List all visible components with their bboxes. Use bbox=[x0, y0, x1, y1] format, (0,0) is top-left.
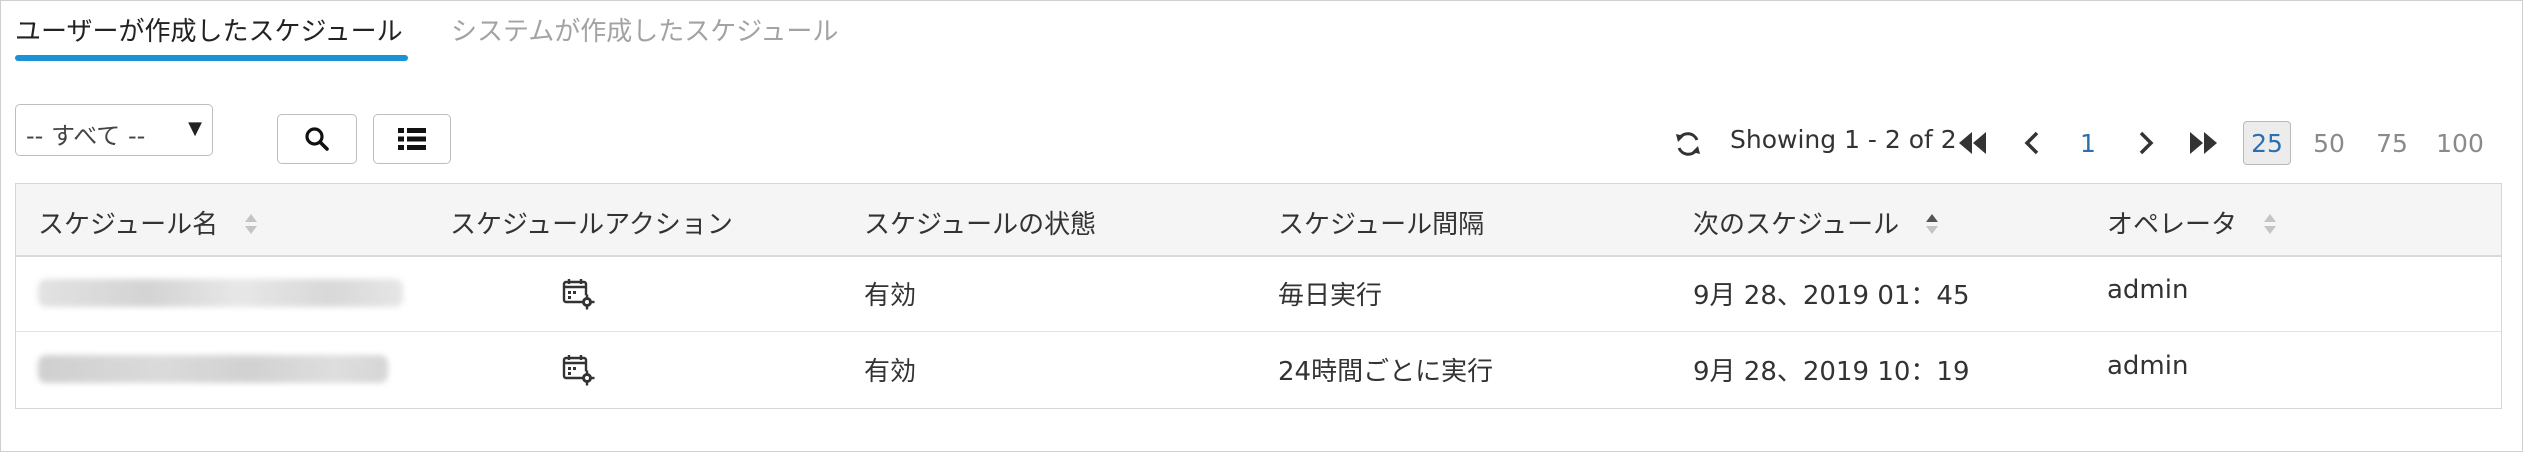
filter-select[interactable]: -- すべて -- ▼ bbox=[15, 104, 213, 156]
first-page-button[interactable] bbox=[1957, 123, 1989, 163]
sort-icon bbox=[245, 213, 258, 234]
column-header-schedule-action: スケジュールアクション bbox=[450, 204, 733, 241]
table-row: 有効 24時間ごとに実行 9月 28、2019 10：19 admin bbox=[16, 333, 2501, 408]
column-header-label: オペレータ bbox=[2107, 210, 2238, 240]
column-header-next-schedule[interactable]: 次のスケジュール bbox=[1693, 204, 1939, 241]
refresh-icon bbox=[1676, 132, 1700, 156]
caret-down-icon: ▼ bbox=[188, 118, 202, 139]
calendar-gear-icon[interactable] bbox=[562, 277, 596, 311]
page-size-50[interactable]: 50 bbox=[2309, 121, 2349, 165]
column-header-label: スケジュール間隔 bbox=[1278, 210, 1485, 240]
active-tab-indicator bbox=[15, 55, 408, 61]
refresh-button[interactable] bbox=[1673, 129, 1703, 159]
search-icon bbox=[305, 127, 329, 151]
sort-asc-icon bbox=[1926, 213, 1939, 234]
last-page-button[interactable] bbox=[2187, 123, 2219, 163]
chevron-right-icon bbox=[2139, 131, 2154, 155]
redacted-schedule-name bbox=[38, 355, 388, 383]
schedule-state: 有効 bbox=[864, 281, 917, 311]
page-size-100[interactable]: 100 bbox=[2431, 121, 2489, 165]
column-header-label: スケジュールアクション bbox=[450, 210, 733, 240]
list-icon bbox=[398, 128, 426, 150]
sort-icon bbox=[2264, 213, 2277, 234]
next-schedule: 9月 28、2019 01：45 bbox=[1693, 281, 1970, 311]
column-header-label: スケジュール名 bbox=[38, 210, 219, 240]
search-button[interactable] bbox=[277, 114, 357, 164]
page-number[interactable]: 1 bbox=[2073, 123, 2103, 163]
table-header: スケジュール名 スケジュールアクション スケジュールの状態 スケジュール間隔 次… bbox=[16, 184, 2501, 257]
schedule-state: 有効 bbox=[864, 357, 917, 387]
column-chooser-button[interactable] bbox=[373, 114, 451, 164]
tab-system-created-schedules[interactable]: システムが作成したスケジュール bbox=[451, 11, 838, 48]
next-page-button[interactable] bbox=[2131, 123, 2161, 163]
column-header-schedule-state: スケジュールの状態 bbox=[864, 204, 1096, 241]
page-size-25[interactable]: 25 bbox=[2243, 121, 2291, 165]
next-schedule: 9月 28、2019 10：19 bbox=[1693, 357, 1970, 387]
table-row: 有効 毎日実行 9月 28、2019 01：45 admin bbox=[16, 257, 2501, 332]
schedule-table: スケジュール名 スケジュールアクション スケジュールの状態 スケジュール間隔 次… bbox=[15, 183, 2502, 409]
column-header-label: 次のスケジュール bbox=[1693, 210, 1900, 240]
schedules-panel: ユーザーが作成したスケジュール システムが作成したスケジュール -- すべて -… bbox=[0, 0, 2523, 452]
column-header-schedule-interval: スケジュール間隔 bbox=[1278, 204, 1484, 241]
column-header-operator[interactable]: オペレータ bbox=[2107, 204, 2277, 241]
double-chevron-left-icon bbox=[1959, 132, 1986, 154]
calendar-gear-icon[interactable] bbox=[562, 353, 596, 387]
operator: admin bbox=[2107, 275, 2189, 305]
chevron-left-icon bbox=[2024, 131, 2039, 155]
column-header-label: スケジュールの状態 bbox=[864, 210, 1097, 240]
operator: admin bbox=[2107, 351, 2189, 381]
previous-page-button[interactable] bbox=[2017, 123, 2047, 163]
schedule-interval: 24時間ごとに実行 bbox=[1278, 357, 1494, 387]
tab-user-created-schedules[interactable]: ユーザーが作成したスケジュール bbox=[15, 11, 403, 48]
redacted-schedule-name bbox=[38, 279, 403, 307]
double-chevron-right-icon bbox=[2190, 132, 2217, 154]
filter-select-value: -- すべて -- bbox=[26, 122, 146, 150]
schedule-interval: 毎日実行 bbox=[1278, 281, 1383, 311]
showing-count: Showing 1 - 2 of 2 bbox=[1730, 125, 1957, 154]
page-size-75[interactable]: 75 bbox=[2372, 121, 2412, 165]
column-header-schedule-name[interactable]: スケジュール名 bbox=[38, 204, 258, 241]
